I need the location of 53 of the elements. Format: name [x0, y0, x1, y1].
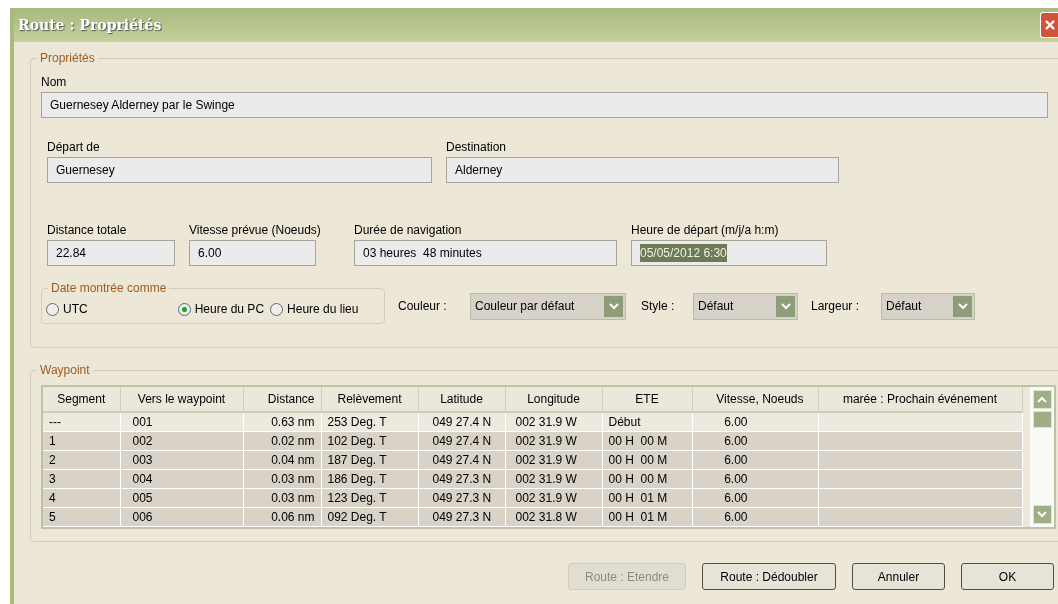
radio-button[interactable]: [270, 303, 284, 316]
column-header[interactable]: Segment: [43, 387, 120, 412]
field-label: Durée de navigation: [354, 223, 463, 238]
dropdown-label: Largeur :: [811, 298, 861, 314]
scroll-up-button[interactable]: [1032, 390, 1052, 409]
column-header[interactable]: Longitude: [505, 387, 602, 412]
chevron-down-icon: [608, 302, 619, 310]
close-button[interactable]: [1040, 12, 1058, 38]
chevron-up-icon: [1037, 396, 1047, 403]
radio-label: Heure du lieu: [287, 302, 359, 317]
group-title: Waypoint: [37, 363, 93, 377]
column-header[interactable]: Vers le waypoint: [120, 387, 243, 412]
column-header[interactable]: Latitude: [418, 387, 505, 412]
radio-label: Heure du PC: [194, 302, 265, 317]
radio-label: UTC: [63, 302, 88, 317]
field-label: Départ de: [47, 140, 101, 155]
input-field[interactable]: Guernesey Alderney par le Swinge: [41, 92, 1048, 118]
dialog-button[interactable]: OK: [961, 563, 1054, 590]
group-title: Date montrée comme: [48, 281, 170, 295]
input-field[interactable]: 05/05/2012 6:30: [631, 240, 827, 266]
field-label: Heure de départ (m/j/a h:m): [631, 223, 780, 238]
dropdown-label: Couleur :: [398, 298, 448, 314]
scroll-thumb[interactable]: [1032, 411, 1052, 428]
column-header[interactable]: ETE: [602, 387, 692, 412]
chevron-down-icon: [957, 302, 968, 310]
radio-button[interactable]: [46, 303, 59, 316]
radio-button[interactable]: [177, 303, 191, 316]
field-label: Distance totale: [47, 223, 128, 238]
table-cell: ---: [43, 412, 120, 432]
chevron-down-icon: [1037, 511, 1047, 518]
input-field[interactable]: Alderney: [446, 157, 839, 183]
field-label: Destination: [446, 140, 508, 155]
dropdown[interactable]: Défaut: [693, 292, 798, 320]
scrollbar[interactable]: [1030, 387, 1054, 527]
scroll-down-button[interactable]: [1032, 505, 1052, 524]
dropdown[interactable]: Couleur par défaut: [470, 292, 626, 320]
input-field[interactable]: 03 heures 48 minutes: [354, 240, 617, 266]
input-field[interactable]: 22.84: [47, 240, 175, 266]
column-header[interactable]: marée : Prochain événement: [818, 387, 1022, 412]
column-header[interactable]: Relèvement: [321, 387, 418, 412]
dropdown[interactable]: Défaut: [881, 292, 975, 320]
dropdown-label: Style :: [641, 298, 676, 314]
group-title: Propriétés: [37, 51, 98, 65]
column-header[interactable]: Distance: [243, 387, 321, 412]
dialog-button[interactable]: Route : Dédoubler: [702, 563, 836, 590]
close-icon: [1043, 19, 1056, 31]
input-field[interactable]: Guernesey: [47, 157, 432, 183]
dialog-button[interactable]: Annuler: [852, 563, 945, 590]
input-field[interactable]: 6.00: [189, 240, 316, 266]
window-title: Route : Propriétés: [18, 15, 162, 35]
column-header[interactable]: Vitesse, Noeuds: [692, 387, 818, 412]
chevron-down-icon: [780, 302, 791, 310]
field-label: Nom: [41, 75, 68, 90]
